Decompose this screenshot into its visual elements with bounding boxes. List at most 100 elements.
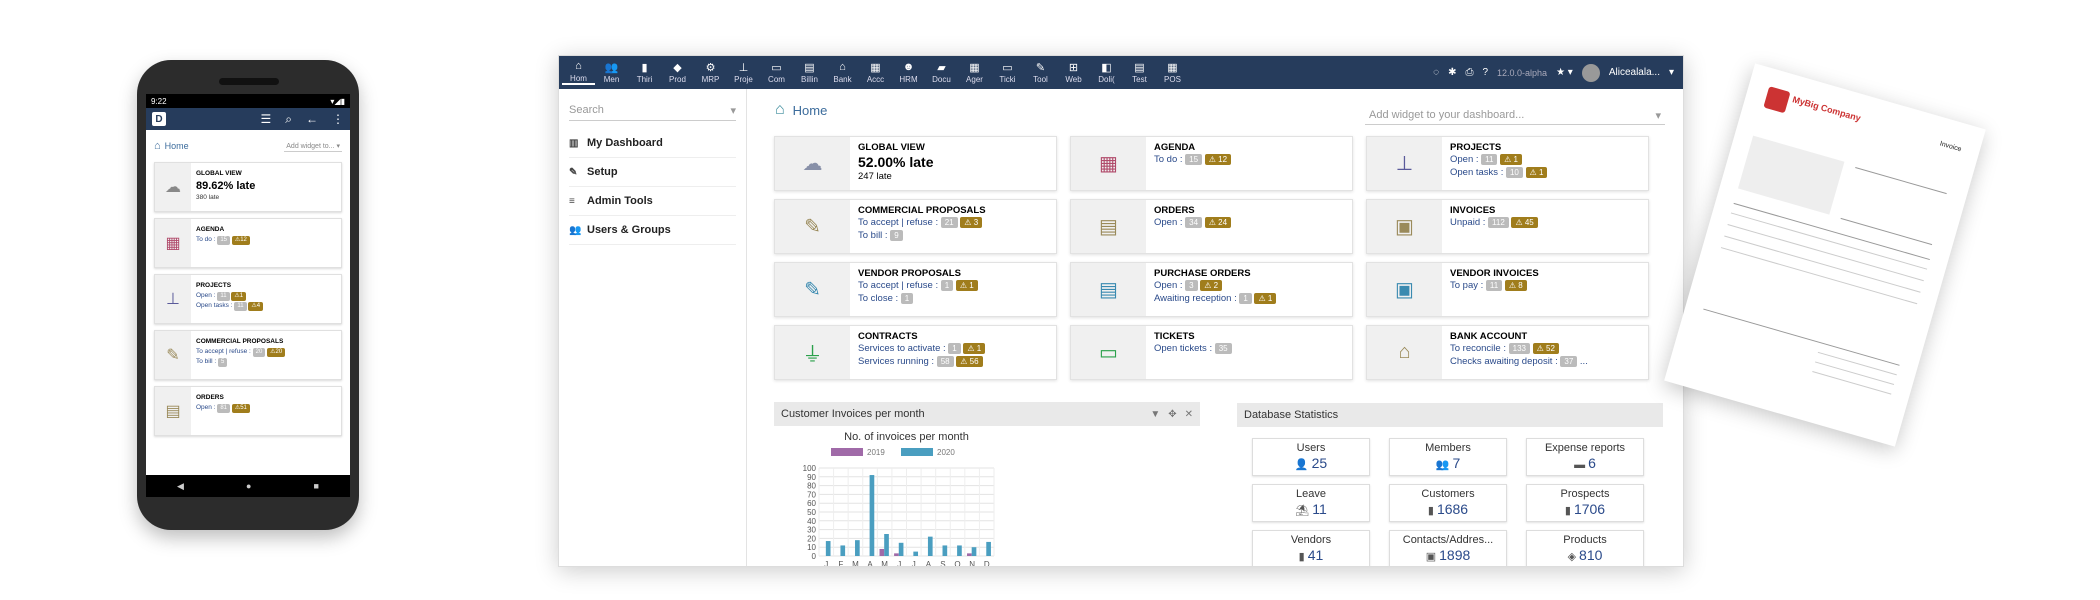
bug-icon[interactable]: ✱ <box>1448 67 1456 78</box>
top-menu-bank[interactable]: ⌂ Bank <box>826 61 859 84</box>
top-menu-tools[interactable]: ✎ Tool <box>1024 61 1057 84</box>
card-agenda[interactable]: ▦ AGENDA To do : 15 ⚠ 12 <box>1070 136 1353 191</box>
warning-badge[interactable]: ⚠20 <box>267 347 286 357</box>
count-badge[interactable]: 3 <box>1185 280 1198 292</box>
count-badge[interactable]: 34 <box>1185 217 1203 229</box>
chat-icon[interactable]: ◌ <box>1433 67 1439 78</box>
card-vendor-invoices[interactable]: ▣ VENDOR INVOICES To pay : 11 ⚠ 8 <box>1366 262 1649 317</box>
count-badge[interactable]: 20 <box>252 347 266 357</box>
count-badge[interactable]: 1 <box>1239 292 1252 304</box>
sidebar-item-users-groups[interactable]: 👥 Users & Groups <box>569 216 736 245</box>
stat-vendors[interactable]: Vendors ▮ 41 <box>1252 530 1370 566</box>
top-menu-mrp[interactable]: ⚙ MRP <box>694 61 727 84</box>
bookmark-star-icon[interactable]: ★ ▾ <box>1556 67 1573 78</box>
count-badge[interactable]: 81 <box>217 403 231 413</box>
warning-badge[interactable]: ⚠ 52 <box>1532 343 1559 355</box>
close-icon[interactable]: ✕ <box>1185 409 1193 420</box>
top-menu-commercial[interactable]: ▭ Com <box>760 61 793 84</box>
chevron-down-icon[interactable]: ▾ <box>1669 67 1674 78</box>
stat-products[interactable]: Products ◈ 810 <box>1526 530 1644 566</box>
warning-badge[interactable]: ⚠4 <box>248 301 264 311</box>
count-badge[interactable]: 112 <box>1488 217 1509 229</box>
top-menu-hrm[interactable]: ☻ HRM <box>892 61 925 84</box>
stat-prospects[interactable]: Prospects ▮ 1706 <box>1526 484 1644 522</box>
top-menu-thirdparty[interactable]: ▮ Thiri <box>628 61 661 84</box>
warning-badge[interactable]: ⚠ 8 <box>1504 280 1527 292</box>
top-menu-pos[interactable]: ▦ POS <box>1156 61 1189 84</box>
stat-contacts-addres[interactable]: Contacts/Addres... ▣ 1898 <box>1389 530 1507 566</box>
card-invoices[interactable]: ▣ INVOICES Unpaid : 112 ⚠ 45 <box>1366 199 1649 254</box>
top-menu-project[interactable]: ⊥ Proje <box>727 61 760 84</box>
stat-leave[interactable]: Leave ⛱ 11 <box>1252 484 1370 522</box>
top-menu-documents[interactable]: ▰ Docu <box>925 61 958 84</box>
count-badge[interactable]: 21 <box>940 217 958 229</box>
warning-badge[interactable]: ⚠ 1 <box>1254 292 1277 304</box>
phone-card-agenda[interactable]: ▦ AGENDA To do : 15 ⚠12 <box>154 218 342 268</box>
card-projects[interactable]: ⊥ PROJECTS Open : 11 ⚠ 1 Open tasks : 10 ⚠… <box>1366 136 1649 191</box>
phone-card-global-view[interactable]: ☁ GLOBAL VIEW 89.62% late 380 late <box>154 162 342 212</box>
phone-card-orders[interactable]: ▤ ORDERS Open : 81 ⚠51 <box>154 386 342 436</box>
warning-badge[interactable]: ⚠ 45 <box>1511 217 1538 229</box>
warning-badge[interactable]: ⚠ 1 <box>955 280 978 292</box>
warning-badge[interactable]: ⚠ 24 <box>1204 217 1232 229</box>
warning-badge[interactable]: ⚠ 56 <box>956 355 983 367</box>
top-menu-test[interactable]: ▤ Test <box>1123 61 1156 84</box>
count-badge[interactable]: 1 <box>900 292 914 304</box>
top-menu-home[interactable]: ⌂ Hom <box>562 60 595 85</box>
sidebar-item-admin-tools[interactable]: ≡ Admin Tools <box>569 187 736 216</box>
back-arrow-icon[interactable]: ← <box>306 112 318 126</box>
count-badge[interactable]: 58 <box>936 355 954 367</box>
card-vendor-proposals[interactable]: ✎ VENDOR PROPOSALS To accept | refuse : 1… <box>774 262 1057 317</box>
dolibarr-logo-icon[interactable]: D <box>152 112 166 126</box>
phone-add-widget-select[interactable]: Add widget to... ▾ <box>284 141 342 152</box>
top-menu-product[interactable]: ◆ Prod <box>661 61 694 84</box>
stat-customers[interactable]: Customers ▮ 1686 <box>1389 484 1507 522</box>
count-badge[interactable]: 15 <box>1185 154 1203 166</box>
warning-badge[interactable]: ⚠ 2 <box>1200 280 1223 292</box>
phone-card-commercial-proposals[interactable]: ✎ COMMERCIAL PROPOSALS To accept | refuse… <box>154 330 342 380</box>
count-badge[interactable]: 15 <box>217 235 231 245</box>
warning-badge[interactable]: ⚠51 <box>231 403 250 413</box>
top-menu-website[interactable]: ⊞ Web <box>1057 61 1090 84</box>
count-badge[interactable]: 5 <box>218 357 228 367</box>
add-widget-select[interactable]: Add widget to your dashboard... ▾ <box>1365 107 1665 125</box>
count-badge[interactable]: 1 <box>948 343 961 355</box>
nav-back-icon[interactable]: ◀ <box>177 481 184 492</box>
warning-badge[interactable]: ⚠ 1 <box>1525 166 1548 178</box>
avatar[interactable] <box>1581 63 1600 82</box>
top-menu-agenda[interactable]: ▦ Ager <box>958 61 991 84</box>
nav-recent-icon[interactable]: ■ <box>314 481 319 491</box>
card-commercial-proposals[interactable]: ✎ COMMERCIAL PROPOSALS To accept | refuse… <box>774 199 1057 254</box>
stat-expense-reports[interactable]: Expense reports ▬ 6 <box>1526 438 1644 476</box>
count-badge[interactable]: 11 <box>234 301 247 311</box>
count-badge[interactable]: 11 <box>217 291 230 301</box>
card-orders[interactable]: ▤ ORDERS Open : 34 ⚠ 24 <box>1070 199 1353 254</box>
warning-badge[interactable]: ⚠12 <box>231 235 250 245</box>
count-badge[interactable]: 133 <box>1508 343 1530 355</box>
count-badge[interactable]: 11 <box>1485 280 1503 292</box>
count-badge[interactable]: 10 <box>1505 166 1523 178</box>
phone-card-projects[interactable]: ⊥ PROJECTS Open : 11 ⚠1 Open tasks : 11 ⚠4 <box>154 274 342 324</box>
help-icon[interactable]: ? <box>1482 67 1488 78</box>
card-contracts[interactable]: ⏚ CONTRACTS Services to activate : 1 ⚠ 1S… <box>774 325 1057 380</box>
filter-icon[interactable]: ▼ <box>1150 409 1160 420</box>
count-badge[interactable]: 1 <box>940 280 954 292</box>
card-purchase-orders[interactable]: ▤ PURCHASE ORDERS Open : 3 ⚠ 2 Awaiting re… <box>1070 262 1353 317</box>
count-badge[interactable]: 9 <box>890 229 903 241</box>
warning-badge[interactable]: ⚠ 1 <box>1500 154 1522 166</box>
move-icon[interactable]: ✥ <box>1168 409 1176 420</box>
user-name[interactable]: Alicealala... <box>1609 67 1660 78</box>
nav-home-icon[interactable]: ● <box>246 481 251 491</box>
top-menu-billing[interactable]: ▤ Billin <box>793 61 826 84</box>
card-global-view[interactable]: ☁ GLOBAL VIEW 52.00% late 247 late <box>774 136 1057 191</box>
stat-users[interactable]: Users 👤 25 <box>1252 438 1370 476</box>
count-badge[interactable]: 37 <box>1560 355 1578 367</box>
card-tickets[interactable]: ▭ TICKETS Open tickets : 35 <box>1070 325 1353 380</box>
search-icon[interactable]: ⌕ <box>285 112 292 127</box>
print-icon[interactable]: ⎙ <box>1465 67 1473 78</box>
top-menu-accounting[interactable]: ▦ Accc <box>859 61 892 84</box>
count-badge[interactable]: 11 <box>1481 154 1498 166</box>
warning-badge[interactable]: ⚠ 12 <box>1204 154 1232 166</box>
stat-members[interactable]: Members 👥 7 <box>1389 438 1507 476</box>
sidebar-search-input[interactable]: Search ▾ <box>569 101 736 121</box>
